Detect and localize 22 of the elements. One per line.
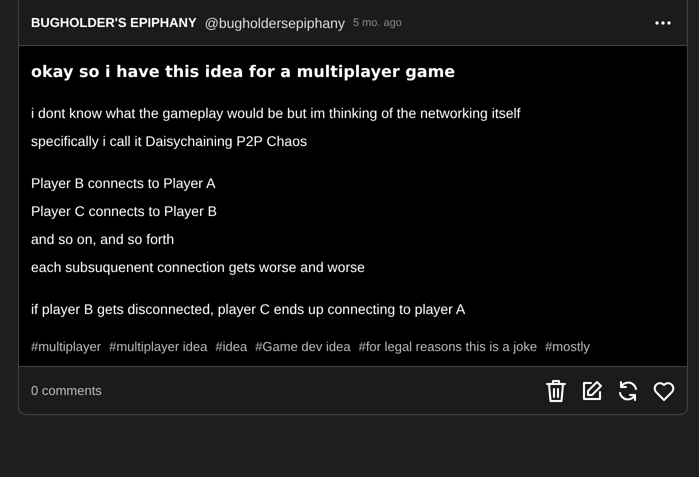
post-title: okay so i have this idea for a multiplayer game <box>31 62 456 81</box>
post-text: Player C connects to Player B <box>31 202 218 221</box>
tag-link[interactable]: #multiplayer idea <box>109 339 208 354</box>
post-text: Player B connects to Player A <box>31 174 216 193</box>
post-text: and so on, and so forth <box>31 230 176 249</box>
edit-icon[interactable] <box>581 380 603 402</box>
author-name[interactable]: BUGHOLDER'S EPIPHANY <box>31 15 197 30</box>
post-text: if player B gets disconnected, player C ends up connecting to player A <box>31 300 466 319</box>
post-text: each subsuquenent connection gets worse and worse <box>31 258 366 277</box>
tag-link[interactable]: #mostly <box>545 339 590 354</box>
post-text: i dont know what the gameplay would be but im thinking of the networking itself <box>31 104 522 123</box>
post-time: 5 mo. ago <box>352 16 402 28</box>
tag-link[interactable]: #idea <box>215 339 248 354</box>
tag-link[interactable]: #for legal reasons this is a joke <box>358 339 538 354</box>
author-handle[interactable]: @bugholdersepiphany <box>204 14 345 30</box>
delete-icon[interactable] <box>545 378 567 402</box>
tag-link[interactable]: #multiplayer <box>31 339 102 354</box>
heart-icon[interactable] <box>653 380 675 400</box>
comments-link[interactable]: 0 comments <box>31 383 102 398</box>
post-text: specifically i call it Daisychaining P2P Chaos <box>31 132 308 151</box>
tag-link[interactable]: #Game dev idea <box>255 339 351 354</box>
repost-icon[interactable] <box>617 380 639 402</box>
